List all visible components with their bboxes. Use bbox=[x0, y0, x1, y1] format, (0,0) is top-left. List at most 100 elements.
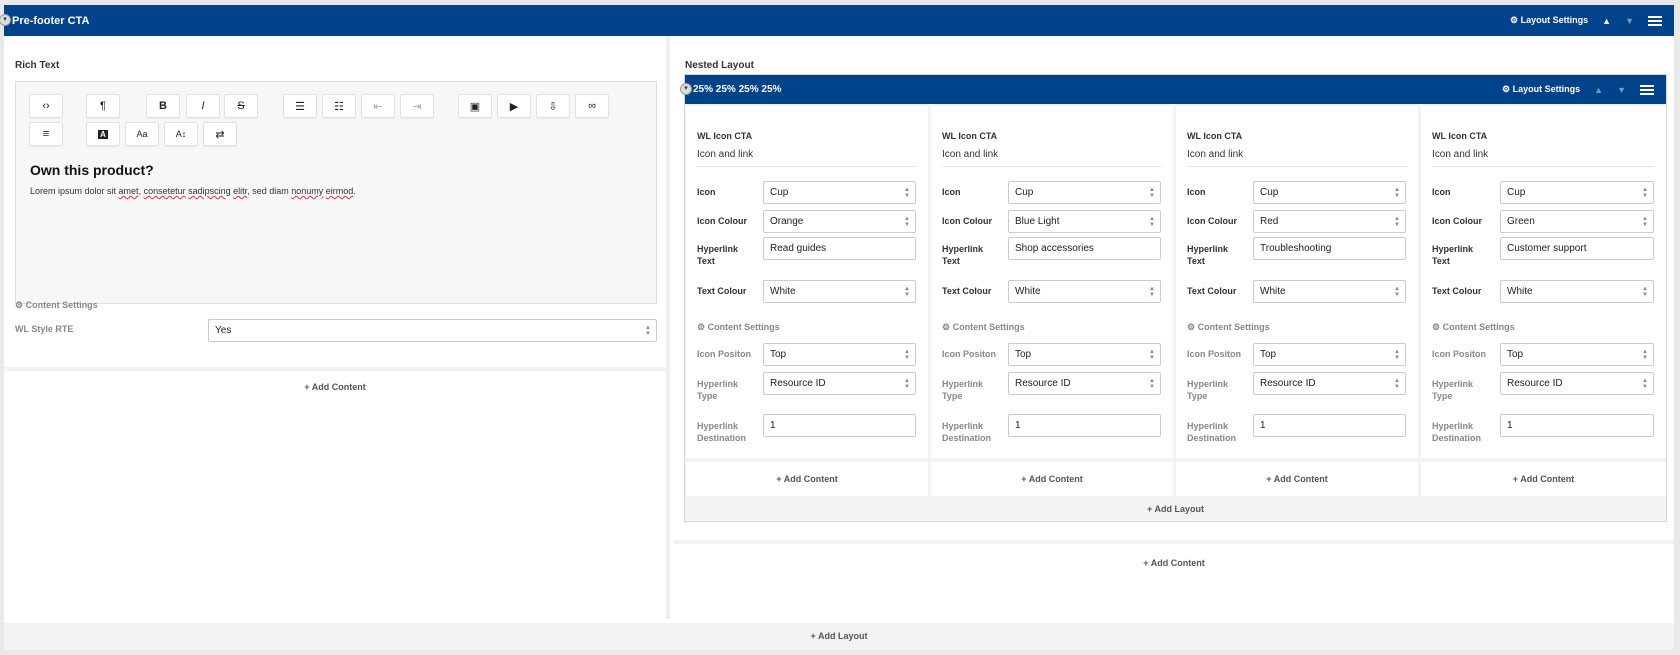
add-content-button[interactable]: + Add Content bbox=[4, 382, 666, 392]
select-caret-icon: ▲ ▼ bbox=[1394, 286, 1400, 298]
icon-position-select[interactable]: Top ▲ ▼ bbox=[763, 343, 916, 366]
icon-position-label: Icon Positon bbox=[1187, 349, 1241, 359]
paragraph-icon[interactable]: ¶ bbox=[86, 94, 120, 118]
gear-icon: ⚙ bbox=[1432, 322, 1441, 332]
hyperlink-type-value: Resource ID bbox=[1015, 378, 1071, 389]
outer-layout-title: Pre-footer CTA bbox=[12, 14, 90, 27]
direction-icon[interactable]: ⇄ bbox=[203, 122, 237, 146]
select-caret-icon: ▲ ▼ bbox=[1394, 378, 1400, 390]
image-icon[interactable]: ▣ bbox=[458, 94, 492, 118]
move-down-icon[interactable]: ▼ bbox=[1617, 85, 1626, 95]
hyperlink-text-label: Hyperlink Text bbox=[1187, 243, 1228, 267]
collapse-toggle-icon[interactable]: ▾ bbox=[0, 14, 11, 26]
hyperlink-destination-input[interactable]: 1 bbox=[1008, 414, 1161, 437]
move-up-icon[interactable]: ▲ bbox=[1602, 16, 1611, 26]
text-colour-label: Text Colour bbox=[1187, 286, 1237, 296]
hyperlink-type-select[interactable]: Resource ID ▲ ▼ bbox=[1500, 372, 1654, 395]
icon-select[interactable]: Cup ▲ ▼ bbox=[1253, 181, 1406, 204]
select-caret-icon: ▲ ▼ bbox=[1149, 378, 1155, 390]
icon-colour-value: Red bbox=[1260, 216, 1279, 227]
indent-icon[interactable]: ⇥ bbox=[400, 94, 434, 118]
text-color-icon[interactable]: A bbox=[86, 122, 120, 146]
icon-select[interactable]: Cup ▲ ▼ bbox=[763, 181, 916, 204]
line-height-icon[interactable]: A↕ bbox=[164, 122, 198, 146]
text-colour-select[interactable]: White ▲ ▼ bbox=[1008, 280, 1161, 303]
icon-select[interactable]: Cup ▲ ▼ bbox=[1500, 181, 1654, 204]
icon-colour-select[interactable]: Blue Light ▲ ▼ bbox=[1008, 210, 1161, 233]
icon-colour-select[interactable]: Green ▲ ▼ bbox=[1500, 210, 1654, 233]
layout-settings-button[interactable]: ⚙ Layout Settings bbox=[1510, 15, 1588, 26]
add-content-button[interactable]: + Add Content bbox=[674, 558, 1674, 568]
misspelled-word: consetetur bbox=[143, 186, 186, 196]
add-content-button[interactable]: + Add Content bbox=[1176, 474, 1418, 484]
hyperlink-destination-input[interactable]: 1 bbox=[1500, 414, 1654, 437]
hyperlink-text-input[interactable]: Read guides bbox=[763, 237, 916, 260]
nested-layout: ▾ 25% 25% 25% 25% ⚙ Layout Settings ▲ ▼ … bbox=[680, 74, 1667, 522]
icon-label: Icon bbox=[697, 187, 716, 197]
text-colour-select[interactable]: White ▲ ▼ bbox=[1253, 280, 1406, 303]
icon-select[interactable]: Cup ▲ ▼ bbox=[1008, 181, 1161, 204]
collapse-toggle-icon[interactable]: ▾ bbox=[680, 83, 692, 95]
hyperlink-text-input[interactable]: Shop accessories bbox=[1008, 237, 1161, 260]
embed-icon[interactable]: ⇩ bbox=[536, 94, 570, 118]
hyperlink-destination-input[interactable]: 1 bbox=[763, 414, 916, 437]
hyperlink-text-label: Hyperlink Text bbox=[697, 243, 738, 267]
outdent-icon[interactable]: ⇤ bbox=[361, 94, 395, 118]
hyperlink-type-value: Resource ID bbox=[770, 378, 826, 389]
move-up-icon[interactable]: ▲ bbox=[1594, 85, 1603, 95]
align-icon[interactable]: ≡ bbox=[29, 122, 63, 146]
hyperlink-type-select[interactable]: Resource ID ▲ ▼ bbox=[1253, 372, 1406, 395]
text-colour-label: Text Colour bbox=[697, 286, 747, 296]
icon-colour-value: Blue Light bbox=[1015, 216, 1060, 227]
add-content-button[interactable]: + Add Content bbox=[931, 474, 1173, 484]
italic-icon[interactable]: I bbox=[186, 94, 220, 118]
nested-layout-label: Nested Layout bbox=[685, 60, 754, 71]
wl-style-rte-value: Yes bbox=[215, 325, 232, 336]
font-size-icon[interactable]: Aa bbox=[125, 122, 159, 146]
add-content-button[interactable]: + Add Content bbox=[1421, 474, 1666, 484]
hyperlink-text-input[interactable]: Troubleshooting bbox=[1253, 237, 1406, 260]
icon-position-select[interactable]: Top ▲ ▼ bbox=[1008, 343, 1161, 366]
wl-style-rte-select[interactable]: Yes ▲ ▼ bbox=[208, 319, 657, 342]
widget-title: WL Icon CTA bbox=[942, 131, 998, 141]
layout-settings-button[interactable]: ⚙ Layout Settings bbox=[1502, 84, 1580, 95]
add-layout-button[interactable]: + Add Layout bbox=[4, 631, 1674, 641]
move-down-icon[interactable]: ▼ bbox=[1625, 16, 1634, 26]
icon-position-select[interactable]: Top ▲ ▼ bbox=[1500, 343, 1654, 366]
icon-colour-select[interactable]: Orange ▲ ▼ bbox=[763, 210, 916, 233]
rte-paragraph[interactable]: Lorem ipsum dolor sit amet, consetetur s… bbox=[30, 186, 356, 196]
link-icon[interactable]: ∞ bbox=[575, 94, 609, 118]
icon-position-select[interactable]: Top ▲ ▼ bbox=[1253, 343, 1406, 366]
icon-colour-select[interactable]: Red ▲ ▼ bbox=[1253, 210, 1406, 233]
select-caret-icon: ▲ ▼ bbox=[645, 325, 651, 337]
widget-title: WL Icon CTA bbox=[1187, 131, 1243, 141]
icon-position-value: Top bbox=[1015, 349, 1032, 360]
bullet-list-icon[interactable]: ☰ bbox=[283, 94, 317, 118]
menu-icon[interactable] bbox=[1648, 15, 1662, 26]
code-icon[interactable]: ‹› bbox=[29, 94, 63, 118]
hyperlink-type-select[interactable]: Resource ID ▲ ▼ bbox=[763, 372, 916, 395]
add-content-button[interactable]: + Add Content bbox=[686, 474, 928, 484]
numbered-list-icon[interactable]: ☷ bbox=[322, 94, 356, 118]
text-segment: Lorem ipsum dolor sit bbox=[30, 186, 119, 196]
rte-heading[interactable]: Own this product? bbox=[30, 162, 154, 178]
hyperlink-destination-input[interactable]: 1 bbox=[1253, 414, 1406, 437]
icon-position-value: Top bbox=[1507, 349, 1524, 360]
strikethrough-icon[interactable]: S bbox=[224, 94, 258, 118]
text-segment: , sed diam bbox=[247, 186, 292, 196]
hyperlink-text-input[interactable]: Customer support bbox=[1500, 237, 1654, 260]
label-line: Text bbox=[1187, 256, 1205, 266]
bold-icon[interactable]: B bbox=[146, 94, 180, 118]
divider bbox=[1432, 166, 1654, 167]
hyperlink-type-select[interactable]: Resource ID ▲ ▼ bbox=[1008, 372, 1161, 395]
widget-subtitle: Icon and link bbox=[1187, 149, 1244, 160]
text-colour-select[interactable]: White ▲ ▼ bbox=[763, 280, 916, 303]
menu-icon[interactable] bbox=[1640, 84, 1654, 95]
video-icon[interactable]: ▶ bbox=[497, 94, 531, 118]
nested-add-layout-button[interactable]: + Add Layout bbox=[685, 504, 1666, 514]
text-colour-select[interactable]: White ▲ ▼ bbox=[1500, 280, 1654, 303]
select-caret-icon: ▲ ▼ bbox=[904, 216, 910, 228]
misspelled-word: amet bbox=[118, 186, 139, 196]
label-line: Type bbox=[697, 391, 718, 401]
rich-text-editor[interactable]: ‹› ¶ B I S ☰ ☷ ⇤ ⇥ ▣ ▶ ⇩ ∞ ≡ A Aa A↕ ⇄ O… bbox=[15, 81, 657, 304]
